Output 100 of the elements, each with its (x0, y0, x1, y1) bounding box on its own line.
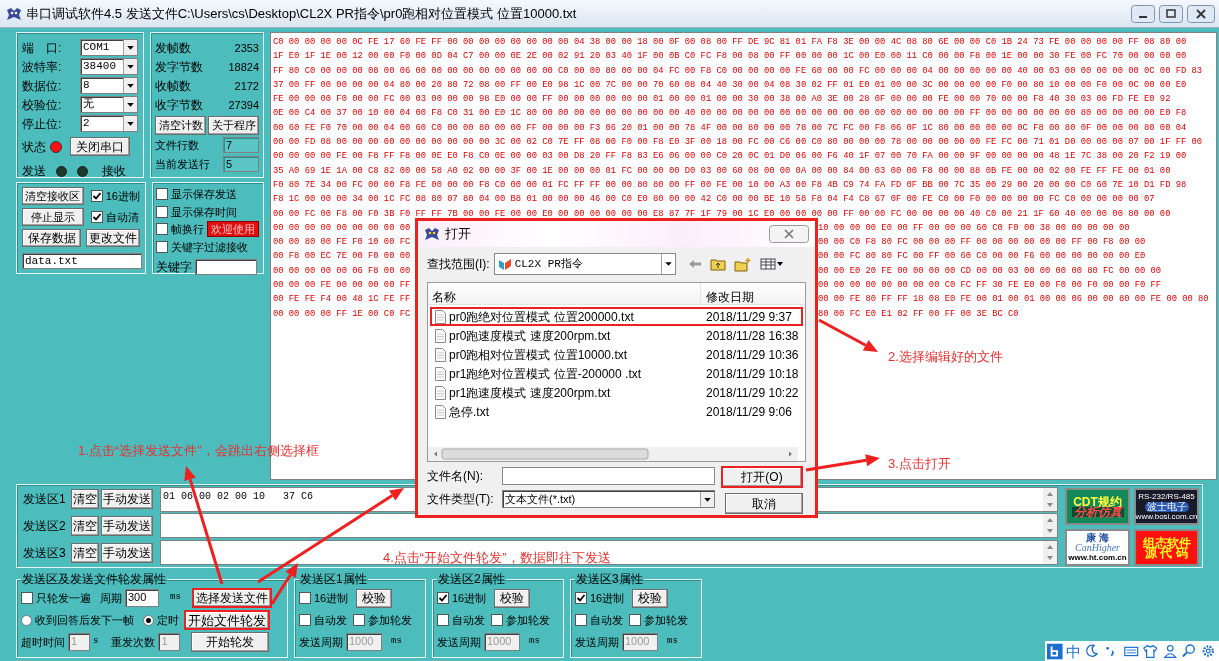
column-header[interactable]: 名称 (428, 283, 701, 304)
button[interactable]: 关于程序 (208, 116, 259, 135)
app-icon (6, 6, 22, 21)
status-label: 状态 (22, 138, 46, 156)
select-file-button[interactable]: 选择发送文件 (191, 588, 272, 608)
hex-line: 00 00 FE 80 FF FF 18 08 E0 FE 00 01 00 01 00 00 06 00 00 80 00 FE 00 00 80 (818, 293, 1209, 307)
settings-icon[interactable] (1200, 642, 1217, 660)
dropdown[interactable]: 2 (80, 115, 138, 132)
column-header[interactable]: 修改日期 (701, 283, 805, 304)
start-file-rotation-button[interactable]: 开始文件轮发 (184, 610, 270, 630)
checkbox[interactable] (629, 614, 641, 626)
file-row[interactable]: pr0跑相对位置模式 位置10000.txt 2018/11/29 10:36 (430, 345, 803, 364)
hex-line: 00 00 FC 00 F8 00 F0 3B F0 FF FF 7B 00 00 FE 00 00 E0 00 00 00 00 00 00 E8 87 7F 1F 79 00 1C E0 00 00 00 00 FF 00 00 FC 00 00 00 00 40 C0 00 21 1F 60 40 00 00 00 80 00 00 (273, 207, 1172, 221)
start-rotation-button[interactable]: 开始轮发 (191, 632, 270, 652)
ad-text: www.bosi.com.cn (1135, 511, 1198, 522)
scroll-arrows-icon[interactable] (1043, 487, 1057, 511)
file-row[interactable]: 急停.txt 2018/11/29 9:06 (430, 402, 803, 421)
radio-button[interactable] (143, 614, 154, 626)
checksum-button[interactable]: 校验 (632, 588, 669, 608)
ime-logo-icon[interactable] (1047, 642, 1063, 660)
field-label: 重发次数 (111, 634, 156, 650)
moon-icon[interactable] (1083, 642, 1101, 660)
button[interactable]: 清空计数 (155, 116, 206, 135)
ad-banner[interactable]: RS-232/RS-485 波士电子 www.bosi.com.cn (1134, 488, 1199, 525)
manual-send-button[interactable]: 手动发送 (101, 489, 153, 510)
hex-line: 00 60 FE F0 70 00 00 04 00 60 C0 00 00 80 00 00 FF 00 00 00 F3 06 20 01 00 00 78 4F 00 00 80 00 00 78 00 7C FC 00 F8 06 0F 1C 80 00 00 00 00 0C F8 00 80 0F 00 00 00 80 00 04 (273, 121, 1188, 135)
look-in-dropdown[interactable]: CL2X PR指令 (493, 253, 676, 275)
checkbox-label: 显示保存发送 (171, 187, 237, 202)
shirt-icon[interactable] (1142, 642, 1159, 660)
button[interactable]: 更改文件 (86, 229, 140, 247)
checkbox[interactable] (353, 614, 365, 626)
file-type-dropdown[interactable]: 文本文件(*.txt) (502, 490, 715, 508)
checkbox[interactable] (21, 592, 33, 604)
ad-text: CanHigher (1075, 542, 1120, 553)
checkbox[interactable] (156, 205, 168, 218)
hex-line: 00 00 FD 08 00 00 00 00 00 00 00 00 00 00 3C 00 02 C0 7E FF 08 00 F0 00 F8 E0 3F 00 18 00 FC 00 C6 00 C0 80 00 00 00 78 00 00 00 00 00 FE FC 00 71 01 D0 00 00 00 07 00 1F FF 00 (273, 136, 1204, 150)
checkbox[interactable] (575, 592, 587, 604)
file-row[interactable]: pr0跑速度模式 速度200rpm.txt 2018/11/28 16:38 (430, 326, 803, 345)
field-label: 文件名(N): (427, 468, 484, 485)
hex-line: 0E 00 C4 00 37 00 10 00 04 00 F8 C0 31 00 E0 1C 80 00 00 00 00 00 00 00 00 00 40 00 00 00 00 00 00 00 00 00 00 00 00 00 00 00 00 00 FF 00 00 00 00 00 00 80 00 00 00 00 E0 F8 (273, 107, 1188, 121)
dropdown[interactable]: 无 (80, 96, 138, 113)
person-icon[interactable] (1161, 642, 1178, 660)
checkbox-label: 只轮发一遍 (36, 590, 91, 606)
annotation-text: 2.选择编辑好的文件 (888, 348, 1003, 366)
file-name-field[interactable]: data.txt (22, 253, 142, 269)
checkbox[interactable] (575, 614, 587, 626)
file-name-input[interactable] (502, 467, 715, 485)
cancel-button[interactable]: 取消 (725, 493, 803, 514)
ad-banner[interactable]: CDT规约 分析仿真 (1065, 488, 1130, 525)
manual-send-button[interactable]: 手动发送 (101, 516, 153, 536)
manual-send-button[interactable]: 手动发送 (101, 542, 153, 563)
scroll-arrows-icon[interactable] (1043, 514, 1057, 538)
dropdown[interactable]: 38400 (80, 58, 138, 75)
checkbox[interactable] (156, 223, 168, 236)
checkbox[interactable] (156, 240, 168, 253)
radio-button[interactable] (21, 614, 32, 626)
close-icon[interactable] (1187, 4, 1215, 23)
checkbox[interactable] (437, 592, 449, 604)
dropdown[interactable]: 8 (80, 77, 138, 94)
count-field: 5 (223, 156, 259, 172)
language-indicator[interactable]: 中 (1065, 643, 1081, 659)
text-file-icon (435, 385, 446, 400)
scroll-arrows-icon[interactable] (1043, 541, 1057, 565)
clear-button[interactable]: 清空 (71, 542, 99, 563)
view-menu-icon[interactable] (759, 257, 784, 271)
hex-line: 00 00 00 00 00 00 00 00 C0 FC FF 30 FE E0 00 F0 00 F0 00 00 F0 FF (818, 279, 1162, 293)
checksum-button[interactable]: 校验 (356, 588, 393, 608)
search-icon[interactable] (1181, 642, 1198, 660)
checkbox[interactable] (299, 592, 311, 604)
checksum-button[interactable]: 校验 (494, 588, 531, 608)
button[interactable]: 清空接收区 (22, 187, 84, 205)
counter-label: 发字节数 (155, 59, 203, 76)
keyword-field[interactable] (195, 259, 257, 275)
open-button[interactable]: 打开(O) (721, 466, 803, 488)
clear-button[interactable]: 清空 (71, 489, 99, 510)
up-folder-icon[interactable] (709, 257, 726, 271)
close-port-button[interactable]: 关闭串口 (70, 137, 130, 156)
file-row[interactable]: pr1跑绝对位置模式 位置-200000 .txt 2018/11/29 10:18 (430, 364, 803, 383)
button[interactable]: 保存数据 (22, 229, 82, 247)
minimize-icon[interactable] (1131, 4, 1155, 23)
ad-banner[interactable]: 康 海 CanHigher www.ht.com.cn (1065, 529, 1130, 566)
checkbox[interactable] (91, 211, 103, 223)
file-row[interactable]: pr1跑速度模式 速度200rpm.txt 2018/11/29 10:22 (430, 383, 803, 402)
checkbox[interactable] (90, 190, 103, 202)
checkbox[interactable] (156, 188, 168, 201)
zone-label: 发送区3 (23, 544, 67, 562)
hex-line: F8 1C 00 00 00 34 00 1C FC 08 80 07 80 04 00 B8 01 00 00 00 46 00 C0 E0 80 00 00 42 C0 00 00 BE 10 58 F8 04 F4 C8 67 0F 00 FE C0 00 F0 00 00 00 00 FC C0 00 00 00 00 07 (273, 193, 1156, 207)
checkbox[interactable] (299, 614, 311, 626)
dropdown[interactable]: COM1 (80, 39, 138, 56)
period-field[interactable]: 300 (125, 589, 159, 607)
horizontal-scrollbar[interactable] (428, 447, 798, 461)
checkbox[interactable] (491, 614, 503, 626)
ad-banner[interactable]: 组态软件 源 代 码 (1134, 529, 1199, 566)
maximize-icon[interactable] (1159, 4, 1183, 23)
send-text-field[interactable] (160, 540, 1058, 566)
checkbox[interactable] (437, 614, 449, 626)
button[interactable]: 停止显示 (22, 208, 84, 226)
file-date: 2018/11/29 10:22 (705, 384, 799, 402)
file-row[interactable]: pr0跑绝对位置模式 位置200000.txt 2018/11/29 9:37 (430, 307, 803, 326)
clear-button[interactable]: 清空 (71, 516, 99, 536)
